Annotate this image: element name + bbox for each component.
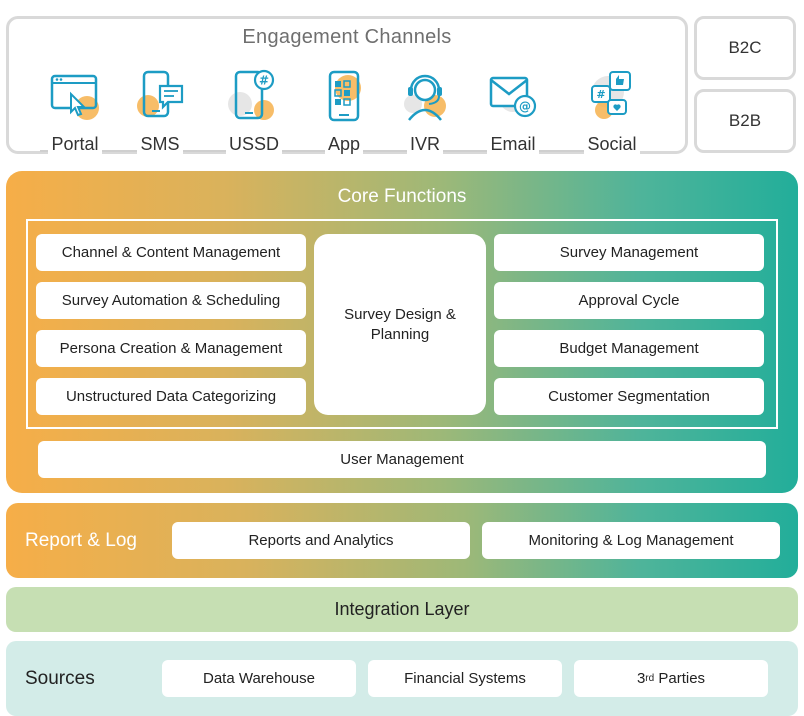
channel-portal: Portal xyxy=(35,68,115,158)
svg-text:#: # xyxy=(259,74,269,88)
core-item-user-management: User Management xyxy=(38,441,766,478)
channel-label: App xyxy=(324,134,364,155)
core-item-survey-management: Survey Management xyxy=(494,234,764,271)
integration-layer: Integration Layer xyxy=(6,587,798,632)
channel-sms: SMS xyxy=(120,68,200,158)
core-item-approval-cycle: Approval Cycle xyxy=(494,282,764,319)
report-log-title: Report & Log xyxy=(25,530,137,551)
browser-cursor-icon xyxy=(50,74,99,120)
channel-label: USSD xyxy=(225,134,282,155)
source-third-parties: 3rd Parties xyxy=(574,660,768,697)
engagement-channels-title: Engagement Channels xyxy=(242,26,452,48)
core-item-customer-segmentation: Customer Segmentation xyxy=(494,378,764,415)
channel-label: Email xyxy=(487,134,539,155)
source-data-warehouse: Data Warehouse xyxy=(162,660,356,697)
headset-agent-icon xyxy=(404,74,446,121)
channel-label: Social xyxy=(584,134,640,155)
envelope-at-icon: @ xyxy=(489,76,537,118)
phone-app-icon xyxy=(328,70,361,122)
channel-email: @ Email xyxy=(473,68,553,158)
channel-social: # Social xyxy=(572,68,652,158)
social-bubbles-icon: # xyxy=(591,71,631,119)
channel-label: SMS xyxy=(137,134,183,155)
segment-b2c: B2C xyxy=(694,16,796,80)
core-item-budget-management: Budget Management xyxy=(494,330,764,367)
segment-b2b: B2B xyxy=(694,89,796,153)
channel-label: Portal xyxy=(48,134,102,155)
report-item-monitoring: Monitoring & Log Management xyxy=(482,522,780,559)
third-parties-ordinal: rd xyxy=(645,673,655,684)
third-parties-label: Parties xyxy=(654,670,706,687)
report-item-analytics: Reports and Analytics xyxy=(172,522,470,559)
sources-title: Sources xyxy=(25,668,95,689)
channel-ussd: # USSD xyxy=(214,68,294,158)
svg-text:#: # xyxy=(596,88,605,101)
channel-ivr: IVR xyxy=(385,68,465,158)
core-functions-title: Core Functions xyxy=(337,186,467,207)
core-item-unstructured-data: Unstructured Data Categorizing xyxy=(36,378,306,415)
core-item-persona: Persona Creation & Management xyxy=(36,330,306,367)
core-item-survey-automation: Survey Automation & Scheduling xyxy=(36,282,306,319)
core-item-channel-content: Channel & Content Management xyxy=(36,234,306,271)
phone-hash-icon: # xyxy=(228,69,275,120)
svg-text:@: @ xyxy=(519,100,531,114)
source-financial-systems: Financial Systems xyxy=(368,660,562,697)
phone-message-icon xyxy=(137,70,184,118)
channel-app: App xyxy=(304,68,384,158)
core-item-survey-design: Survey Design & Planning xyxy=(314,234,486,415)
channel-label: IVR xyxy=(406,134,443,155)
third-parties-number: 3 xyxy=(636,670,646,687)
